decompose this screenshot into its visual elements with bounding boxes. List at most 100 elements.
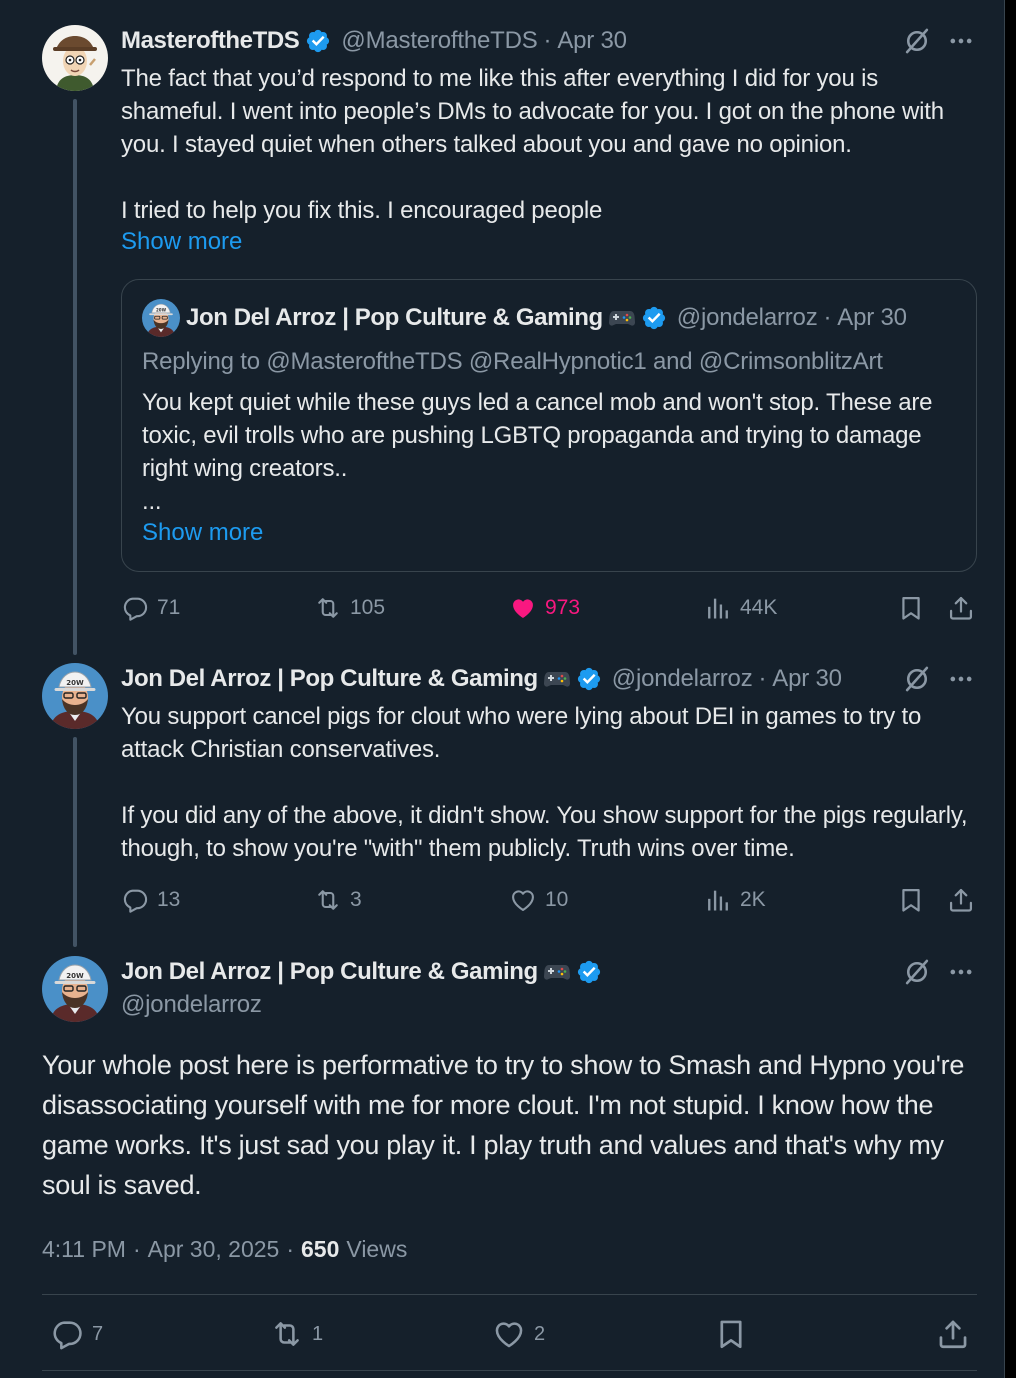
author-name[interactable]: MasteroftheTDS: [121, 27, 300, 55]
more-icon[interactable]: [946, 26, 976, 56]
like-count: 10: [545, 888, 569, 911]
author-name[interactable]: Jon Del Arroz | Pop Culture & Gaming: [121, 665, 538, 693]
main-tweet-text: Your whole post here is performative to …: [42, 1050, 965, 1200]
conversation-panel: MasteroftheTDS @MasteroftheTDS · Apr 30 …: [0, 0, 1005, 1378]
quote-avatar[interactable]: [142, 299, 180, 337]
quote-author-name[interactable]: Jon Del Arroz | Pop Culture & Gaming: [186, 304, 603, 332]
bookmark-icon: [897, 886, 925, 914]
reply-button[interactable]: 13: [121, 886, 180, 914]
quote-author-handle: @jondelarroz: [676, 304, 818, 331]
author-handle[interactable]: @MasteroftheTDS: [341, 27, 537, 55]
reply-icon: [121, 594, 149, 622]
repost-button[interactable]: 105: [314, 594, 385, 622]
share-button[interactable]: [936, 1317, 970, 1351]
grok-icon[interactable]: [902, 664, 932, 694]
bookmark-button[interactable]: [897, 594, 925, 622]
more-icon[interactable]: [946, 957, 976, 987]
tweet2-text: You support cancel pigs for clout who we…: [121, 703, 968, 862]
quote-date: Apr 30: [837, 304, 907, 331]
repost-icon: [314, 594, 342, 622]
thread-line: [73, 99, 77, 655]
like-icon: [509, 886, 537, 914]
reply-count: 71: [157, 596, 181, 619]
like-button[interactable]: 973: [509, 594, 580, 622]
repost-icon: [314, 886, 342, 914]
views-icon: [704, 886, 732, 914]
like-count: 2: [534, 1322, 546, 1345]
separator: ·: [823, 304, 832, 331]
thread-line: [73, 737, 77, 947]
repost-count: 1: [312, 1322, 324, 1345]
views-count: 2K: [740, 888, 766, 911]
reply-count: 13: [157, 888, 181, 911]
like-icon: [509, 594, 537, 622]
verified-icon: [305, 28, 331, 54]
views-button[interactable]: 44K: [704, 594, 777, 622]
bookmark-button[interactable]: [714, 1317, 748, 1351]
share-icon: [936, 1317, 970, 1351]
author-handle[interactable]: @jondelarroz: [121, 991, 262, 1019]
quote-text: You kept quiet while these guys led a ca…: [142, 389, 933, 515]
verified-icon: [576, 959, 602, 985]
replying-to: Replying to @MasteroftheTDS @RealHypnoti…: [142, 348, 883, 375]
share-button[interactable]: [947, 886, 975, 914]
main-header: Jon Del Arroz | Pop Culture & Gaming: [121, 957, 602, 987]
reply-icon: [50, 1317, 84, 1351]
tweet2-header: Jon Del Arroz | Pop Culture & Gaming @jo…: [121, 664, 842, 694]
like-icon: [492, 1317, 526, 1351]
verified-icon: [641, 305, 667, 331]
avatar-jondelarroz[interactable]: [42, 956, 108, 1022]
tweet-date[interactable]: Apr 30: [557, 27, 627, 55]
author-handle[interactable]: @jondelarroz: [612, 665, 753, 693]
tweet1-text: The fact that you’d respond to me like t…: [121, 65, 944, 224]
grok-icon[interactable]: [902, 957, 932, 987]
divider: [42, 1370, 977, 1371]
views-icon: [704, 594, 732, 622]
gamepad-icon: [609, 309, 635, 327]
gamepad-icon: [544, 963, 570, 981]
repost-count: 3: [350, 888, 362, 911]
divider: [42, 1294, 977, 1295]
tweet-meta: 4:11 PM · Apr 30, 2025 · 650 Views: [42, 1236, 407, 1263]
share-button[interactable]: [947, 594, 975, 622]
repost-button[interactable]: 3: [314, 886, 362, 914]
quote-show-more-link[interactable]: Show more: [142, 519, 263, 547]
share-icon: [947, 886, 975, 914]
views-total: 650: [301, 1236, 340, 1262]
bookmark-icon: [897, 594, 925, 622]
more-icon[interactable]: [946, 664, 976, 694]
separator: ·: [286, 1236, 295, 1262]
reply-button[interactable]: 7: [50, 1317, 103, 1351]
views-label: Views: [346, 1236, 408, 1262]
author-name[interactable]: Jon Del Arroz | Pop Culture & Gaming: [121, 958, 538, 986]
separator: ·: [758, 665, 767, 692]
quoted-tweet[interactable]: Jon Del Arroz | Pop Culture & Gaming @jo…: [121, 279, 977, 572]
quote-header: Jon Del Arroz | Pop Culture & Gaming @jo…: [142, 302, 907, 334]
like-button[interactable]: 10: [509, 886, 568, 914]
separator: ·: [132, 1236, 141, 1262]
like-button[interactable]: 2: [492, 1317, 545, 1351]
verified-icon: [576, 666, 602, 692]
views-count: 44K: [740, 596, 778, 619]
tweet-time[interactable]: 4:11 PM: [42, 1236, 126, 1263]
grok-icon[interactable]: [902, 26, 932, 56]
gamepad-icon: [544, 670, 570, 688]
views-button[interactable]: 2K: [704, 886, 766, 914]
avatar-masteroftheTDS[interactable]: [42, 25, 108, 91]
show-more-link[interactable]: Show more: [121, 228, 242, 256]
like-count: 973: [545, 596, 581, 619]
tweet1-header: MasteroftheTDS @MasteroftheTDS · Apr 30: [121, 26, 627, 56]
reply-count: 7: [92, 1322, 104, 1345]
reply-icon: [121, 886, 149, 914]
tweet-date[interactable]: Apr 30: [772, 665, 842, 693]
share-icon: [947, 594, 975, 622]
bookmark-icon: [714, 1317, 748, 1351]
bookmark-button[interactable]: [897, 886, 925, 914]
separator: ·: [543, 27, 552, 54]
avatar-jondelarroz[interactable]: [42, 663, 108, 729]
repost-icon: [270, 1317, 304, 1351]
repost-count: 105: [350, 596, 386, 619]
reply-button[interactable]: 71: [121, 594, 180, 622]
tweet-full-date[interactable]: Apr 30, 2025: [148, 1236, 280, 1263]
repost-button[interactable]: 1: [270, 1317, 323, 1351]
